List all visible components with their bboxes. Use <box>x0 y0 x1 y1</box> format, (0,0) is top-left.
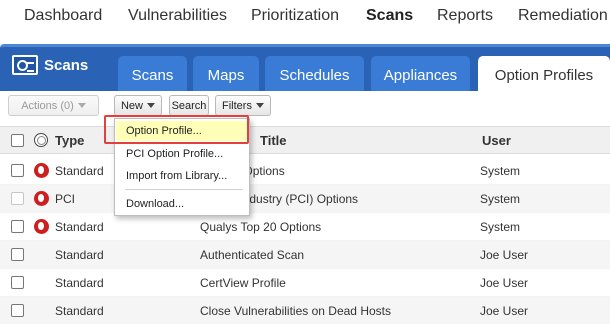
chevron-down-icon <box>77 103 86 108</box>
row-user: Joe User <box>480 304 529 318</box>
row-type: Standard <box>55 164 104 178</box>
nav-prioritization[interactable]: Prioritization <box>251 7 339 25</box>
column-header-type[interactable]: Type <box>55 133 84 148</box>
nav-dashboard[interactable]: Dashboard <box>24 7 102 25</box>
system-profile-icon <box>34 219 49 234</box>
new-button-label: New <box>120 99 143 112</box>
menu-item-import-from-library[interactable]: Import from Library... <box>116 166 248 186</box>
tab-schedules[interactable]: Schedules <box>265 56 364 94</box>
row-user: Joe User <box>480 248 529 262</box>
row-user: Joe User <box>480 276 529 290</box>
new-button[interactable]: New <box>114 95 162 116</box>
table-row[interactable]: Standard Qualys Top 20 Options System <box>0 213 610 241</box>
system-profile-icon <box>34 163 49 178</box>
chevron-down-icon <box>255 103 264 108</box>
column-header-user[interactable]: User <box>482 133 511 148</box>
module-tab-bar: Scans Scans Maps Schedules Appliances Op… <box>0 44 610 94</box>
filters-button-label: Filters <box>222 99 252 112</box>
toolbar: Actions (0) New Search Filters <box>0 91 610 123</box>
nav-reports[interactable]: Reports <box>437 7 493 25</box>
module-brand-label: Scans <box>44 56 89 74</box>
table-row[interactable]: Standard Authenticated Scan Joe User <box>0 241 610 269</box>
search-button[interactable]: Search <box>169 95 209 116</box>
row-type: Standard <box>55 248 104 262</box>
menu-item-download[interactable]: Download... <box>116 194 248 214</box>
row-title[interactable]: CertView Profile <box>200 276 286 290</box>
row-user: System <box>480 164 521 178</box>
row-user: System <box>480 192 521 206</box>
table-header: Type Title User <box>0 126 610 154</box>
filters-button[interactable]: Filters <box>215 95 271 116</box>
row-type: Standard <box>55 220 104 234</box>
tab-option-profiles[interactable]: Option Profiles <box>478 56 610 94</box>
row-title[interactable]: Close Vulnerabilities on Dead Hosts <box>200 304 391 318</box>
row-type: PCI <box>55 192 76 206</box>
menu-item-pci-option-profile[interactable]: PCI Option Profile... <box>116 144 248 164</box>
row-checkbox[interactable] <box>11 276 24 289</box>
nav-vulnerabilities[interactable]: Vulnerabilities <box>128 7 227 25</box>
table-row[interactable]: Standard Close Vulnerabilities on Dead Ho… <box>0 297 610 324</box>
chevron-down-icon <box>147 103 155 108</box>
actions-button[interactable]: Actions (0) <box>8 95 99 116</box>
top-nav: Dashboard Vulnerabilities Prioritization… <box>0 0 610 36</box>
row-checkbox[interactable] <box>11 304 24 317</box>
row-checkbox[interactable] <box>11 164 24 177</box>
table-row[interactable]: Standard CertView Profile Joe User <box>0 269 610 297</box>
module-brand: Scans <box>12 55 88 75</box>
tab-maps[interactable]: Maps <box>193 56 259 94</box>
system-profile-icon <box>34 191 49 206</box>
actions-button-label: Actions (0) <box>21 99 74 112</box>
row-user: System <box>480 220 521 234</box>
table-row[interactable]: Standard...NS20 OptionsSystem <box>0 157 610 185</box>
nav-remediation[interactable]: Remediation <box>518 7 608 25</box>
row-type: Standard <box>55 276 104 290</box>
tab-appliances[interactable]: Appliances <box>371 56 470 94</box>
row-title[interactable]: Qualys Top 20 Options <box>200 220 321 234</box>
globe-icon <box>34 133 48 147</box>
row-checkbox[interactable] <box>11 220 24 233</box>
table-row[interactable]: PCI ...Card Industry (PCI) Options System <box>0 185 610 213</box>
row-checkbox[interactable] <box>11 248 24 261</box>
column-header-title[interactable]: Title <box>260 133 287 148</box>
row-checkbox[interactable] <box>11 192 24 205</box>
menu-separator <box>125 189 243 190</box>
highlight-callout <box>104 115 249 144</box>
row-title[interactable]: Authenticated Scan <box>200 248 304 262</box>
select-all-checkbox[interactable] <box>11 134 24 147</box>
scans-module-icon <box>12 55 38 75</box>
nav-scans[interactable]: Scans <box>366 7 413 25</box>
tab-scans[interactable]: Scans <box>118 56 187 94</box>
row-type: Standard <box>55 304 104 318</box>
